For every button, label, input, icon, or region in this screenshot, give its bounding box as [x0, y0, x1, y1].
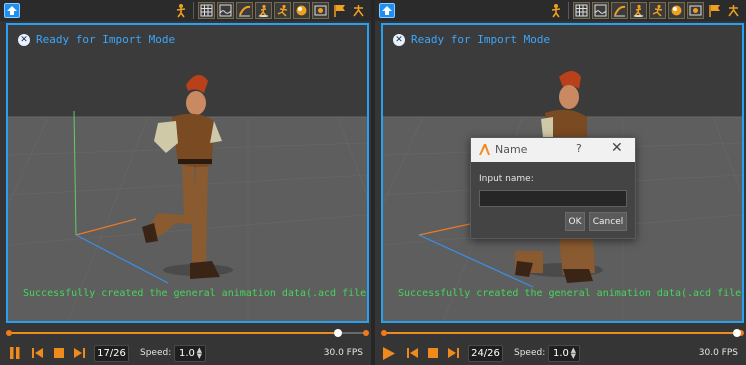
app-logo-icon — [478, 143, 491, 159]
grid-icon[interactable] — [198, 2, 215, 19]
home-up-arrow-icon[interactable] — [379, 3, 395, 18]
step-forward-icon[interactable] — [447, 347, 459, 359]
close-icon[interactable]: ✕ — [611, 140, 623, 156]
timeline-start-marker — [381, 330, 387, 336]
viewer-toolbar — [375, 0, 746, 21]
input-name-label: Input name: — [479, 174, 534, 184]
pause-icon[interactable] — [8, 345, 22, 361]
home-up-arrow-icon[interactable] — [4, 3, 20, 18]
speed-spinbox[interactable]: 1.0 ▲ ▼ — [174, 344, 206, 362]
playback-controls: 17/26 Speed: 1.0 ▲ ▼ 30.0 FPS — [0, 341, 371, 365]
help-icon[interactable]: ? — [576, 142, 582, 155]
speed-label: Speed: — [140, 348, 172, 358]
close-circle-icon[interactable]: ✕ — [393, 33, 405, 46]
step-forward-icon[interactable] — [73, 347, 85, 359]
timeline-handle[interactable] — [334, 329, 343, 337]
name-dialog: Name ? ✕ Input name: OK Cancel — [470, 137, 636, 239]
stop-icon[interactable] — [54, 348, 64, 358]
3d-viewport[interactable]: ✕ Ready for Import Mode Successfully cre… — [6, 23, 369, 323]
terrain-icon[interactable] — [217, 2, 234, 19]
frame-counter: 24/26 — [468, 344, 503, 362]
terrain-icon[interactable] — [592, 2, 609, 19]
speed-label: Speed: — [514, 348, 546, 358]
ball-icon[interactable] — [668, 2, 685, 19]
timeline-start-marker — [6, 330, 12, 336]
spin-arrows-icon[interactable]: ▲ ▼ — [571, 347, 576, 360]
name-input[interactable] — [479, 190, 627, 207]
status-message: ✕ Ready for Import Mode — [393, 33, 550, 46]
capture-icon[interactable] — [312, 2, 329, 19]
viewer-panel-left: ✕ Ready for Import Mode Successfully cre… — [0, 0, 371, 365]
timeline-end-marker — [363, 330, 369, 336]
timeline-handle[interactable] — [732, 329, 741, 337]
character-pose-icon[interactable] — [547, 2, 564, 19]
flag-icon[interactable] — [706, 2, 723, 19]
status-text: Ready for Import Mode — [411, 33, 551, 46]
ball-icon[interactable] — [293, 2, 310, 19]
viewer-toolbar — [0, 0, 371, 21]
play-icon[interactable] — [381, 345, 397, 361]
fps-readout: 30.0 FPS — [323, 348, 363, 358]
dialog-title: Name — [495, 143, 528, 156]
walk-icon[interactable] — [630, 2, 647, 19]
success-message: Successfully created the general animati… — [398, 288, 744, 299]
step-back-icon[interactable] — [32, 347, 44, 359]
speed-value: 1.0 — [553, 347, 569, 359]
run-icon[interactable] — [274, 2, 291, 19]
ok-button[interactable]: OK — [565, 212, 585, 231]
dialog-title-bar[interactable]: Name ? ✕ — [471, 138, 635, 162]
close-circle-icon[interactable]: ✕ — [18, 33, 30, 46]
walk-icon[interactable] — [255, 2, 272, 19]
speed-value: 1.0 — [179, 347, 195, 359]
step-back-icon[interactable] — [407, 347, 419, 359]
skate-icon[interactable] — [236, 2, 253, 19]
skeleton-icon[interactable] — [725, 2, 742, 19]
timeline-slider[interactable] — [381, 329, 744, 337]
status-message: ✕ Ready for Import Mode — [18, 33, 175, 46]
character-pose-icon[interactable] — [172, 2, 189, 19]
stop-icon[interactable] — [428, 348, 438, 358]
3d-scene — [8, 25, 367, 321]
grid-icon[interactable] — [573, 2, 590, 19]
skeleton-icon[interactable] — [350, 2, 367, 19]
spin-arrows-icon[interactable]: ▲ ▼ — [197, 347, 202, 360]
fps-readout: 30.0 FPS — [698, 348, 738, 358]
frame-counter: 17/26 — [94, 344, 129, 362]
timeline-progress — [383, 332, 737, 334]
capture-icon[interactable] — [687, 2, 704, 19]
speed-spinbox[interactable]: 1.0 ▲ ▼ — [548, 344, 580, 362]
success-message: Successfully created the general animati… — [23, 288, 369, 299]
skate-icon[interactable] — [611, 2, 628, 19]
flag-icon[interactable] — [331, 2, 348, 19]
run-icon[interactable] — [649, 2, 666, 19]
timeline-progress — [8, 332, 339, 334]
cancel-button[interactable]: Cancel — [589, 212, 627, 231]
status-text: Ready for Import Mode — [36, 33, 176, 46]
playback-controls: 24/26 Speed: 1.0 ▲ ▼ 30.0 FPS — [375, 341, 746, 365]
timeline-slider[interactable] — [6, 329, 369, 337]
